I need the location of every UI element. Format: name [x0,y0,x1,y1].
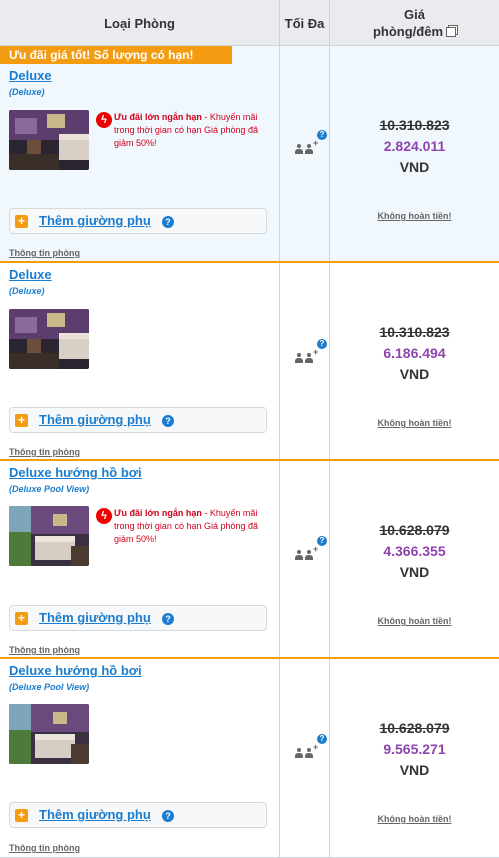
room-info-link[interactable]: Thông tin phòng [9,447,80,457]
extra-bed-link[interactable]: Thêm giường phụ [39,610,151,625]
extra-bed-box: + Thêm giường phụ ? [9,605,267,631]
header-price-line1: Giá [404,7,425,22]
refund-policy-link[interactable]: Không hoàn tiền! [330,814,499,824]
adults-icon: ? + [295,339,327,365]
price-cell: 10.310.823 6.186.494 VND Không hoàn tiền… [330,263,499,459]
room-type-cell: Deluxe hướng hồ bơi (Deluxe Pool View) +… [0,659,280,857]
plus-icon[interactable]: + [15,809,28,822]
deal-notice: ϟ Ưu đãi lớn ngắn hạn - Khuyến mãi trong… [96,111,266,150]
question-icon[interactable]: ? [317,130,327,140]
deal-notice: ϟ Ưu đãi lớn ngắn hạn - Khuyến mãi trong… [96,507,266,546]
adults-icon: ? + [295,130,327,156]
adults-icon: ? + [295,734,327,760]
occupancy-cell: ? + [280,461,330,657]
room-name-link[interactable]: Deluxe hướng hồ bơi [9,663,142,678]
plus-icon[interactable]: + [15,215,28,228]
room-name-link[interactable]: Deluxe [9,267,52,282]
occupancy-cell: ? + [280,263,330,459]
room-info-link[interactable]: Thông tin phòng [9,248,80,258]
room-subtitle: (Deluxe Pool View) [9,682,90,692]
room-subtitle: (Deluxe) [9,286,45,296]
price-cell: 10.628.079 9.565.271 VND Không hoàn tiền… [330,659,499,857]
refund-policy-link[interactable]: Không hoàn tiền! [330,211,499,221]
question-icon[interactable]: ? [317,536,327,546]
extra-bed-link[interactable]: Thêm giường phụ [39,412,151,427]
question-icon[interactable]: ? [317,339,327,349]
room-info-link[interactable]: Thông tin phòng [9,843,80,853]
original-price: 10.628.079 [379,522,450,538]
table-row: Ưu đãi giá tốt! Số lượng có hạn! Deluxe … [0,46,499,263]
original-price: 10.310.823 [379,324,450,340]
header-max-occupancy: Tối Đa [280,0,330,46]
extra-bed-link[interactable]: Thêm giường phụ [39,213,151,228]
room-name-link[interactable]: Deluxe [9,68,52,83]
question-icon[interactable]: ? [162,613,174,625]
lightning-icon: ϟ [96,508,112,524]
room-type-cell: Ưu đãi giá tốt! Số lượng có hạn! Deluxe … [0,46,280,261]
extra-bed-box: + Thêm giường phụ ? [9,208,267,234]
question-icon[interactable]: ? [317,734,327,744]
original-price: 10.310.823 [379,117,450,133]
lightning-icon: ϟ [96,112,112,128]
discounted-price: 9.565.271 [383,741,446,757]
header-price: Giá phòng/đêm [330,0,499,46]
plus-icon[interactable]: + [15,612,28,625]
deal-title: Ưu đãi lớn ngắn hạn [114,508,202,518]
plus-icon[interactable]: + [15,414,28,427]
occupancy-cell: ? + [280,659,330,857]
table-row: Deluxe (Deluxe) + Thêm giường phụ ? Thôn… [0,263,499,461]
extra-bed-box: + Thêm giường phụ ? [9,407,267,433]
currency-label: VND [399,159,430,175]
occupancy-cell: ? + [280,46,330,261]
table-row: Deluxe hướng hồ bơi (Deluxe Pool View) ϟ… [0,461,499,659]
header-price-line2: phòng/đêm [372,24,444,39]
refund-policy-link[interactable]: Không hoàn tiền! [330,616,499,626]
price-cell: 10.310.823 2.824.011 VND Không hoàn tiền… [330,46,499,261]
question-icon[interactable]: ? [162,415,174,427]
table-row: Deluxe hướng hồ bơi (Deluxe Pool View) +… [0,659,499,858]
discounted-price: 6.186.494 [383,345,446,361]
room-photo[interactable] [9,309,89,369]
discounted-price: 2.824.011 [383,138,446,154]
room-photo[interactable] [9,704,89,764]
table-header: Loại Phòng Tối Đa Giá phòng/đêm [0,0,499,46]
room-type-cell: Deluxe (Deluxe) + Thêm giường phụ ? Thôn… [0,263,280,459]
room-photo[interactable] [9,110,89,170]
discounted-price: 4.366.355 [383,543,446,559]
extra-bed-box: + Thêm giường phụ ? [9,802,267,828]
room-type-cell: Deluxe hướng hồ bơi (Deluxe Pool View) ϟ… [0,461,280,657]
refund-policy-link[interactable]: Không hoàn tiền! [330,418,499,428]
copy-icon[interactable] [446,27,457,37]
extra-bed-link[interactable]: Thêm giường phụ [39,807,151,822]
currency-label: VND [399,366,430,382]
room-photo[interactable] [9,506,89,566]
room-info-link[interactable]: Thông tin phòng [9,645,80,655]
currency-label: VND [399,762,430,778]
adults-icon: ? + [295,536,327,562]
room-name-link[interactable]: Deluxe hướng hồ bơi [9,465,142,480]
price-cell: 10.628.079 4.366.355 VND Không hoàn tiền… [330,461,499,657]
currency-label: VND [399,564,430,580]
deal-title: Ưu đãi lớn ngắn hạn [114,112,202,122]
question-icon[interactable]: ? [162,810,174,822]
promo-banner: Ưu đãi giá tốt! Số lượng có hạn! [0,46,232,64]
room-subtitle: (Deluxe) [9,87,45,97]
room-subtitle: (Deluxe Pool View) [9,484,90,494]
question-icon[interactable]: ? [162,216,174,228]
header-room-type: Loại Phòng [0,0,280,46]
original-price: 10.628.079 [379,720,450,736]
